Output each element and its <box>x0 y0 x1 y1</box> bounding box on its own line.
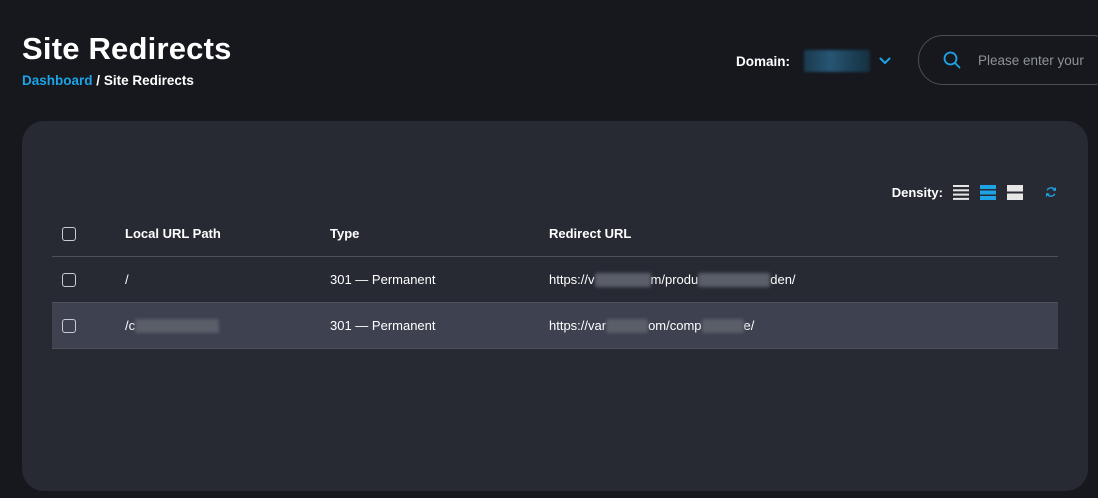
redirect-url-part: om/comp <box>648 318 702 333</box>
redirect-url-part: den/ <box>770 272 796 287</box>
breadcrumb-dashboard-link[interactable]: Dashboard <box>22 73 93 88</box>
redacted-text <box>606 318 649 333</box>
select-all-checkbox[interactable] <box>62 226 76 241</box>
redirect-url-part: https://var <box>549 318 607 333</box>
redacted-text <box>701 318 744 333</box>
row-checkbox[interactable] <box>62 318 76 333</box>
domain-label: Domain: <box>736 53 790 69</box>
density-comfortable-icon <box>1007 184 1023 200</box>
row-checkbox[interactable] <box>62 272 76 287</box>
local-url-path-text: /c <box>125 318 136 333</box>
domain-selector[interactable]: Domain: <box>736 50 892 72</box>
density-standard-button[interactable] <box>980 184 996 200</box>
table-row[interactable]: / 301 — Permanent https://v m/produ den/ <box>52 257 1058 303</box>
redirect-url-part: https://v <box>549 272 595 287</box>
domain-value-redacted[interactable] <box>804 50 870 72</box>
redirects-card: Density: Local URL Path Type Redirect UR… <box>22 121 1088 491</box>
breadcrumb-current: Site Redirects <box>103 73 194 88</box>
refresh-icon[interactable] <box>1044 185 1058 199</box>
density-comfortable-button[interactable] <box>1007 184 1023 200</box>
density-compact-button[interactable] <box>953 184 969 200</box>
redirects-table: Local URL Path Type Redirect URL / 301 —… <box>52 211 1058 349</box>
breadcrumb-separator: / <box>96 73 101 88</box>
density-toolbar: Density: <box>892 183 1058 201</box>
row-select-cell <box>52 272 125 287</box>
search-input[interactable] <box>978 52 1098 68</box>
page-title: Site Redirects <box>22 31 232 66</box>
redacted-text <box>594 272 651 287</box>
density-standard-icon <box>980 184 996 200</box>
row-select-cell <box>52 318 125 333</box>
chevron-down-icon[interactable] <box>878 54 892 68</box>
table-row[interactable]: /c 301 — Permanent https://var om/comp e… <box>52 303 1058 349</box>
table-header-row: Local URL Path Type Redirect URL <box>52 211 1058 257</box>
redirect-url-part: m/produ <box>650 272 699 287</box>
redacted-text <box>135 318 220 333</box>
select-all-cell <box>52 226 125 241</box>
redirect-url-part: e/ <box>743 318 755 333</box>
column-header-type[interactable]: Type <box>330 226 549 241</box>
redirect-type-cell: 301 — Permanent <box>330 272 436 287</box>
breadcrumb: Dashboard / Site Redirects <box>22 72 194 90</box>
redirect-type-cell: 301 — Permanent <box>330 318 436 333</box>
local-url-path-cell: / <box>125 272 330 287</box>
redacted-text <box>698 272 771 287</box>
column-header-redirect-url[interactable]: Redirect URL <box>549 226 1058 241</box>
column-header-local-url-path[interactable]: Local URL Path <box>125 226 330 241</box>
search-box[interactable] <box>918 35 1098 85</box>
redirect-url-cell: https://var om/comp e/ <box>549 318 1058 333</box>
redirect-url-cell: https://v m/produ den/ <box>549 272 1058 287</box>
local-url-path-text: / <box>125 272 129 287</box>
local-url-path-cell: /c <box>125 318 330 333</box>
search-icon <box>943 51 961 69</box>
density-label: Density: <box>891 184 943 200</box>
density-compact-icon <box>953 184 969 200</box>
